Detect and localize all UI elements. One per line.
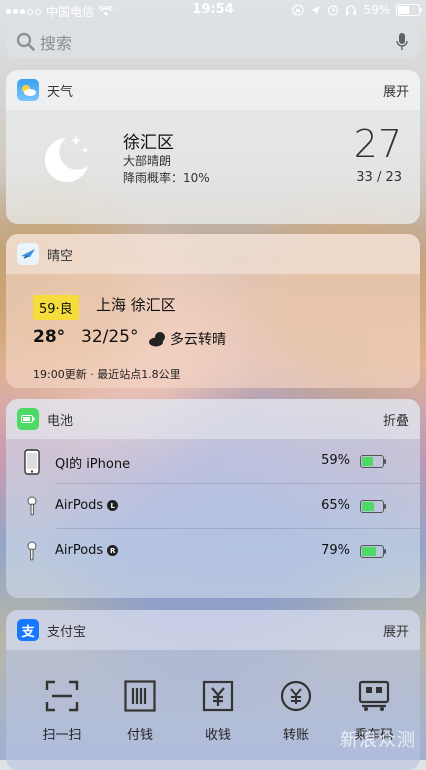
alarm-icon [328, 5, 339, 16]
weather-location: 徐汇区 [123, 133, 174, 153]
device-battery-icon [360, 500, 386, 513]
device-battery-percent: 65% [321, 498, 350, 513]
cloud-moon-icon [149, 332, 165, 347]
battery-percent: 59% [363, 3, 390, 17]
qingkong-temp-range: 32/25° [81, 327, 139, 347]
search-icon [16, 32, 35, 51]
qingkong-update: 19:00更新 · 最近站点1.8公里 [33, 368, 181, 381]
battery-row-airpods-left: AirPods L 65% [6, 484, 420, 529]
qingkong-content[interactable]: 59·良 上海 徐汇区 28° 32/25° 多云转晴 19:00更新 · 最近… [6, 274, 420, 388]
alipay-widget-header: 支 支付宝 展开 [6, 610, 420, 650]
qingkong-location: 上海 徐汇区 [96, 296, 176, 314]
device-name: QI的 iPhone [55, 457, 131, 472]
battery-icon [396, 4, 422, 16]
search-placeholder: 搜索 [40, 34, 73, 53]
qingkong-temperature: 28° [33, 327, 66, 347]
qingkong-weather-text: 多云转晴 [170, 332, 226, 348]
airpod-icon [27, 541, 37, 561]
alipay-pay-button[interactable]: 付钱 [110, 676, 170, 743]
status-bar: 中国电信 19:54 59% [0, 0, 426, 20]
scan-icon [45, 680, 79, 712]
device-battery-icon [360, 545, 386, 558]
barcode-icon [124, 680, 156, 712]
battery-widget-header: 电池 折叠 [6, 399, 420, 439]
battery-app-icon [17, 408, 39, 430]
device-battery-percent: 79% [321, 543, 350, 558]
alipay-action-label: 转账 [282, 728, 309, 743]
weather-condition: 大部晴朗 [123, 154, 172, 168]
battery-collapse-button[interactable]: 折叠 [383, 410, 409, 429]
weather-widget-header: 天气 展开 [6, 70, 420, 110]
status-right: 59% [292, 3, 422, 17]
alipay-scan-button[interactable]: 扫一扫 [32, 676, 92, 743]
right-badge-icon: R [107, 545, 119, 556]
device-name: AirPods R [55, 543, 119, 558]
qingkong-weather: 多云转晴 [148, 329, 226, 349]
weather-widget-title: 天气 [47, 84, 74, 100]
weather-expand-button[interactable]: 展开 [383, 81, 409, 100]
weather-app-icon [17, 79, 39, 101]
alipay-action-label: 收钱 [204, 728, 231, 743]
alipay-action-label: 扫一扫 [42, 728, 82, 743]
left-badge-icon: L [107, 500, 119, 511]
weather-content[interactable]: 徐汇区 大部晴朗 降雨概率：10% 27 33 / 23 [6, 110, 420, 224]
alipay-app-icon: 支 [17, 619, 39, 641]
aqi-badge: 59·良 [33, 295, 79, 320]
alipay-receive-button[interactable]: 收钱 [188, 676, 248, 743]
qingkong-widget-title: 晴空 [47, 248, 74, 264]
high-low-temperature: 33 / 23 [356, 170, 402, 185]
weather-widget: 天气 展开 徐汇区 大部晴朗 降雨概率：10% 27 33 / 23 [6, 70, 420, 224]
rotation-lock-icon [292, 4, 304, 16]
device-battery-percent: 59% [321, 453, 350, 468]
battery-widget-title: 电池 [47, 413, 74, 429]
moon-stars-icon [44, 136, 88, 182]
qr-code-icon [358, 680, 390, 711]
device-name: AirPods L [55, 498, 119, 513]
battery-row-iphone: QI的 iPhone 59% [6, 439, 420, 484]
qingkong-app-icon [17, 243, 39, 265]
yen-receipt-icon [202, 680, 234, 712]
current-temperature: 27 [353, 122, 402, 166]
headphones-icon [346, 5, 357, 15]
search-bar[interactable]: 搜索 [6, 26, 420, 58]
qingkong-widget-header: 晴空 [6, 234, 420, 274]
device-battery-icon [360, 455, 386, 468]
qingkong-widget: 晴空 59·良 上海 徐汇区 28° 32/25° 多云转晴 19:00更新 ·… [6, 234, 420, 388]
alipay-widget-title: 支付宝 [47, 624, 87, 640]
watermark: 新浪众测 [340, 730, 416, 751]
rain-chance: 降雨概率：10% [123, 171, 210, 185]
transfer-icon [280, 680, 312, 712]
alipay-action-label: 付钱 [126, 728, 153, 743]
iphone-icon [24, 449, 40, 475]
battery-row-airpods-right: AirPods R 79% [6, 529, 420, 574]
battery-widget: 电池 折叠 QI的 iPhone 59% AirPods L 65% AirPod… [6, 399, 420, 598]
location-icon [311, 5, 321, 15]
alipay-transfer-button[interactable]: 转账 [266, 676, 326, 743]
airpod-icon [27, 496, 37, 516]
microphone-icon[interactable] [396, 32, 408, 52]
alipay-expand-button[interactable]: 展开 [383, 621, 409, 640]
